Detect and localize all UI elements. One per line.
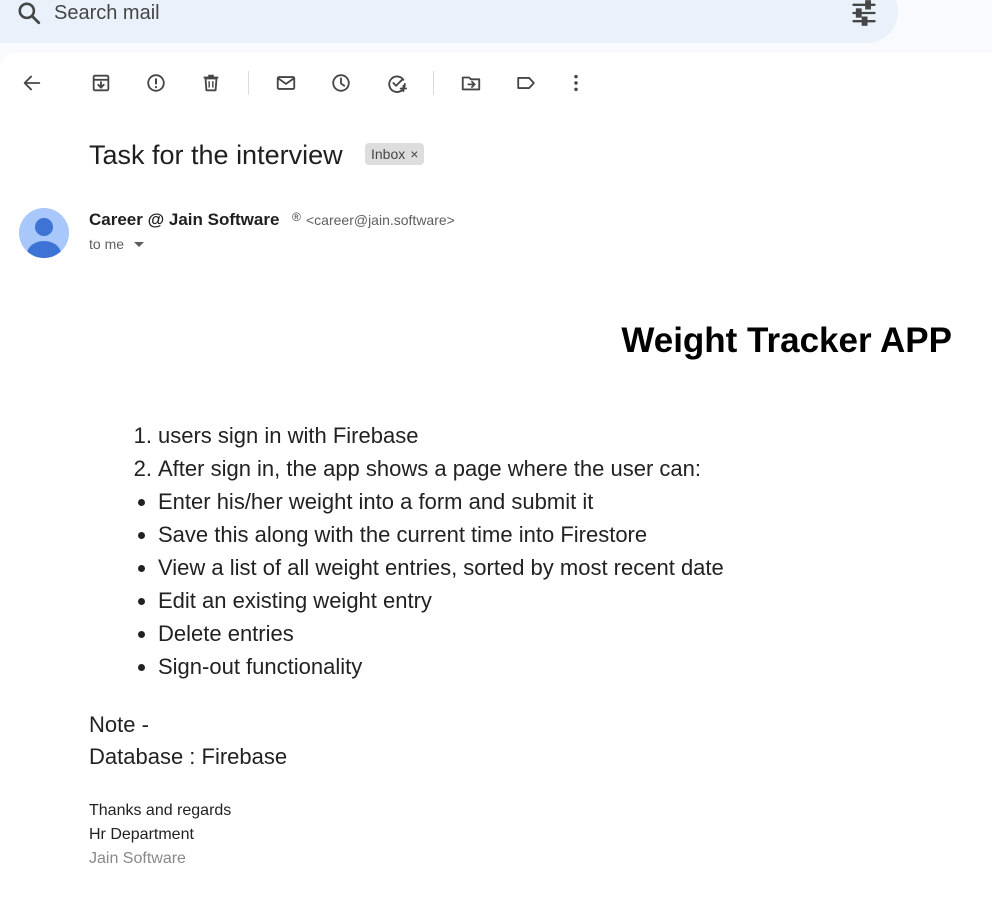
message-panel: Task for the interview Inbox × Career @ … [0, 53, 992, 904]
add-to-tasks-icon[interactable] [383, 69, 411, 97]
label-text: Inbox [371, 146, 406, 162]
move-to-icon[interactable] [457, 69, 485, 97]
labels-icon[interactable] [512, 69, 540, 97]
message-toolbar [0, 53, 992, 113]
bullet-icon [138, 664, 145, 671]
recipients-text: to me [89, 236, 125, 252]
list-item: 2. After sign in, the app shows a page w… [120, 452, 920, 485]
avatar[interactable] [19, 208, 69, 258]
signature-company: Jain Software [89, 850, 186, 867]
list-item: Delete entries [120, 617, 920, 650]
list-item-text: View a list of all weight entries, sorte… [158, 555, 724, 580]
more-vert-icon[interactable] [562, 69, 590, 97]
list-item: Sign-out functionality [120, 650, 920, 683]
toolbar-divider [248, 71, 249, 95]
inbox-label-chip[interactable]: Inbox × [365, 143, 425, 165]
toolbar-divider [433, 71, 434, 95]
list-item-text: Save this along with the current time in… [158, 522, 648, 547]
list-item: Save this along with the current time in… [120, 518, 920, 551]
bullet-icon [138, 565, 145, 572]
search-input[interactable]: Search mail [54, 2, 160, 25]
sender-email: <career@jain.software> [306, 212, 455, 228]
mark-unread-icon[interactable] [272, 69, 300, 97]
report-spam-icon[interactable] [142, 69, 170, 97]
list-item: View a list of all weight entries, sorte… [120, 551, 920, 584]
list-item: Edit an existing weight entry [120, 584, 920, 617]
body-heading: Weight Tracker APP [621, 321, 952, 360]
message-subject: Task for the interview [89, 140, 343, 170]
bullet-icon [138, 532, 145, 539]
list-item-text: Sign-out functionality [158, 654, 363, 679]
search-bar[interactable]: Search mail [0, 0, 898, 43]
tune-icon[interactable] [850, 0, 878, 27]
bullet-icon [138, 598, 145, 605]
list-marker: 2. [133, 456, 152, 481]
remove-label-icon[interactable]: × [410, 146, 418, 162]
list-item-text: Delete entries [158, 621, 294, 646]
registered-mark: ® [292, 210, 301, 224]
recipients-toggle[interactable]: to me [89, 236, 145, 252]
list-marker: 1. [133, 423, 152, 448]
note-block: Note - Database : Firebase [89, 709, 287, 773]
sender-name[interactable]: Career @ Jain Software [89, 210, 279, 230]
search-icon[interactable] [16, 0, 42, 26]
list-item: Enter his/her weight into a form and sub… [120, 485, 920, 518]
task-list: 1. users sign in with Firebase 2. After … [120, 419, 920, 683]
list-item-text: After sign in, the app shows a page wher… [158, 456, 701, 481]
list-item-text: Enter his/her weight into a form and sub… [158, 489, 594, 514]
chevron-down-icon[interactable] [134, 241, 145, 247]
database-line: Database : Firebase [89, 744, 288, 769]
note-heading: Note - [89, 712, 149, 737]
bullet-icon [138, 631, 145, 638]
delete-icon[interactable] [197, 69, 225, 97]
list-item-text: Edit an existing weight entry [158, 588, 432, 613]
person-icon [27, 218, 61, 258]
list-item-text: users sign in with Firebase [158, 423, 419, 448]
back-arrow-icon[interactable] [18, 69, 46, 97]
snooze-icon[interactable] [327, 69, 355, 97]
bullet-icon [138, 499, 145, 506]
signature-line: Thanks and regards [89, 802, 232, 819]
archive-icon[interactable] [87, 69, 115, 97]
list-item: 1. users sign in with Firebase [120, 419, 920, 452]
signature-line: Hr Department [89, 826, 194, 843]
signature: Thanks and regards Hr Department Jain So… [89, 799, 231, 871]
